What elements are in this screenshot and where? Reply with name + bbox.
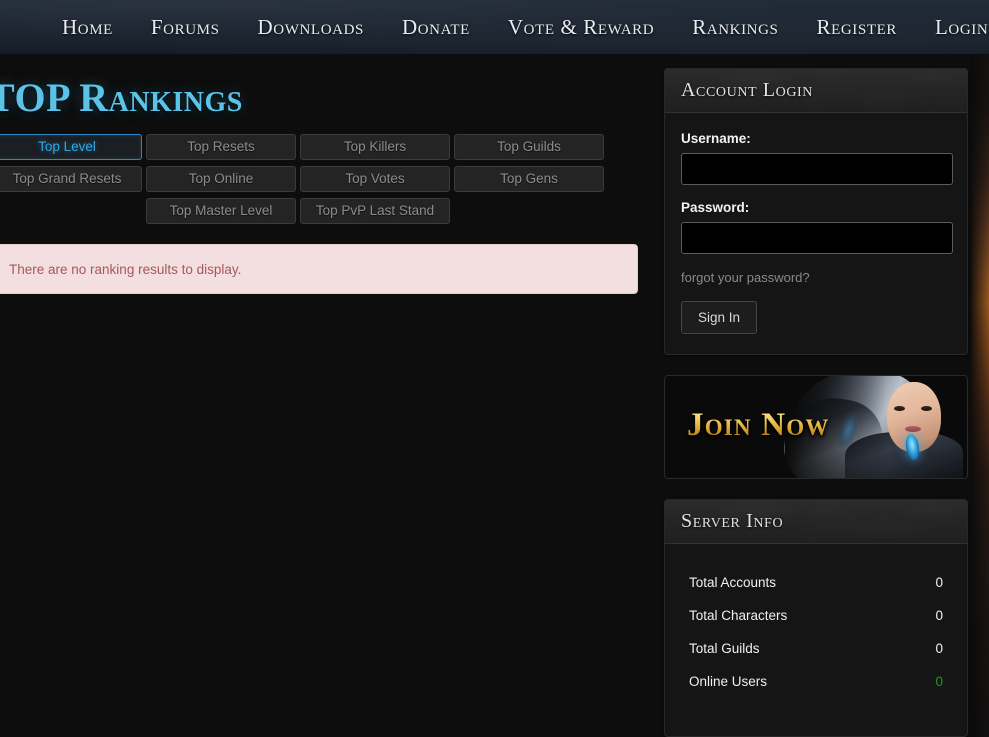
total-accounts-label: Total Accounts — [689, 575, 777, 590]
nav-item-downloads[interactable]: Downloads — [258, 15, 364, 40]
no-results-alert: There are no ranking results to display. — [0, 244, 638, 294]
main-content: TOP Rankings Top Level Top Resets Top Ki… — [0, 55, 640, 294]
character-blue-glow — [833, 408, 863, 452]
total-guilds-value: 0 — [935, 641, 943, 656]
tab-top-killers[interactable]: Top Killers — [300, 134, 450, 160]
nav-item-vote-reward[interactable]: Vote & Reward — [508, 15, 654, 40]
sign-in-button[interactable]: Sign In — [681, 301, 758, 334]
server-info-title: Server Info — [681, 510, 784, 532]
no-results-alert-text: There are no ranking results to display. — [9, 261, 242, 277]
online-users-value: 0 — [935, 674, 943, 689]
character-eye-right — [921, 406, 932, 411]
server-info-row-total-characters: Total Characters 0 — [681, 599, 951, 632]
account-login-title: Account Login — [681, 79, 814, 101]
total-guilds-label: Total Guilds — [689, 641, 760, 656]
join-now-label: Join Now — [687, 407, 830, 443]
tab-top-online[interactable]: Top Online — [146, 166, 296, 192]
nav-item-rankings[interactable]: Rankings — [692, 15, 778, 40]
tab-top-pvp-last-stand[interactable]: Top PvP Last Stand — [300, 198, 450, 224]
character-armor — [845, 432, 963, 478]
tab-top-grand-resets[interactable]: Top Grand Resets — [0, 166, 142, 192]
nav-item-forums[interactable]: Forums — [151, 15, 220, 40]
total-accounts-value: 0 — [935, 575, 943, 590]
tab-slot-empty-left — [0, 198, 142, 224]
nav-item-login[interactable]: Login — [935, 15, 988, 40]
server-info-row-total-guilds: Total Guilds 0 — [681, 632, 951, 665]
tab-top-master-level[interactable]: Top Master Level — [146, 198, 296, 224]
page-title: TOP Rankings — [0, 75, 243, 120]
tab-top-votes[interactable]: Top Votes — [300, 166, 450, 192]
account-login-panel: Account Login Username: Password: forgot… — [664, 68, 968, 355]
password-input[interactable] — [681, 222, 953, 254]
server-info-row-total-accounts: Total Accounts 0 — [681, 566, 951, 599]
character-face — [887, 382, 941, 452]
nav-item-register[interactable]: Register — [817, 15, 897, 40]
join-now-banner[interactable]: Join Now — [664, 375, 968, 479]
tab-top-resets[interactable]: Top Resets — [146, 134, 296, 160]
forgot-password-link[interactable]: forgot your password? — [681, 270, 810, 285]
server-info-panel: Server Info Total Accounts 0 Total Chara… — [664, 499, 968, 737]
character-lips — [905, 426, 921, 432]
server-info-row-online-users: Online Users 0 — [681, 665, 951, 698]
online-users-label: Online Users — [689, 674, 768, 689]
username-label: Username: — [681, 131, 751, 146]
character-armor-gem — [903, 433, 922, 461]
tab-top-gens[interactable]: Top Gens — [454, 166, 604, 192]
nav-item-donate[interactable]: Donate — [402, 15, 470, 40]
total-characters-value: 0 — [935, 608, 943, 623]
main-navigation: Home Forums Downloads Donate Vote & Rewa… — [0, 0, 989, 55]
background-art-strip — [971, 0, 989, 737]
tab-top-guilds[interactable]: Top Guilds — [454, 134, 604, 160]
ranking-tabs: Top Level Top Resets Top Killers Top Gui… — [0, 134, 632, 224]
account-login-body: Username: Password: forgot your password… — [665, 113, 967, 354]
total-characters-label: Total Characters — [689, 608, 788, 623]
server-info-header: Server Info — [665, 500, 967, 544]
account-login-header: Account Login — [665, 69, 967, 113]
tab-slot-empty-right — [454, 198, 604, 224]
username-input[interactable] — [681, 153, 953, 185]
character-eye-left — [894, 406, 905, 411]
nav-list: Home Forums Downloads Donate Vote & Rewa… — [0, 0, 989, 55]
password-label: Password: — [681, 200, 750, 215]
sidebar: Account Login Username: Password: forgot… — [664, 68, 968, 737]
tab-top-level[interactable]: Top Level — [0, 134, 142, 160]
server-info-body: Total Accounts 0 Total Characters 0 Tota… — [665, 544, 967, 728]
nav-item-home[interactable]: Home — [62, 15, 113, 40]
